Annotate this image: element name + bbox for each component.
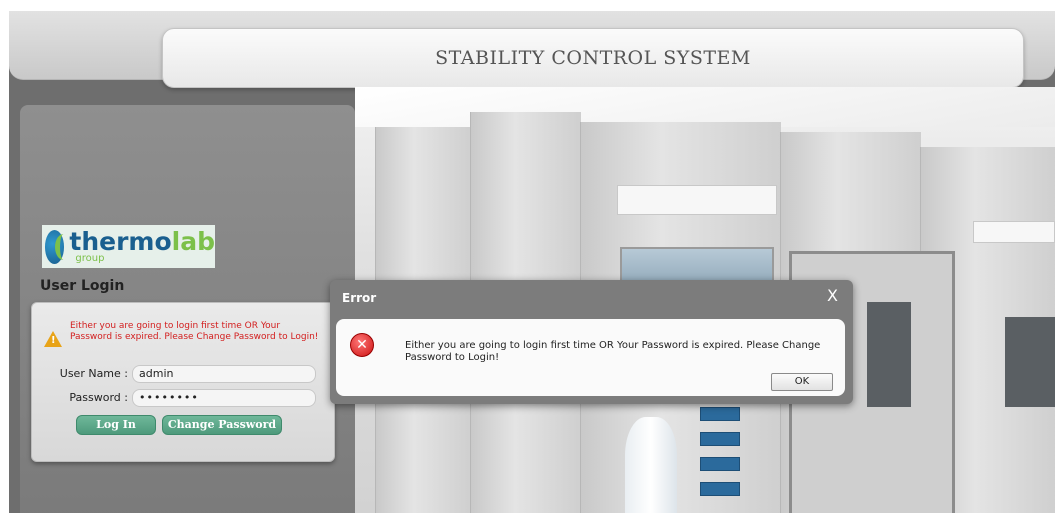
page-title: STABILITY CONTROL SYSTEM: [162, 28, 1024, 88]
username-label: User Name :: [59, 367, 128, 380]
close-icon[interactable]: X: [827, 286, 838, 305]
login-warning-text: Either you are going to login first time…: [70, 321, 319, 342]
ok-button[interactable]: OK: [771, 373, 833, 391]
login-form: ! Either you are going to login first ti…: [31, 302, 335, 462]
change-password-button[interactable]: Change Password: [162, 415, 282, 435]
login-button[interactable]: Log In: [76, 415, 156, 435]
password-input[interactable]: ••••••••: [132, 389, 316, 407]
dialog-title: Error: [342, 291, 377, 305]
dialog-message: Either you are going to login first time…: [405, 340, 821, 363]
company-logo: thermolab group: [42, 225, 215, 268]
error-icon: ✕: [350, 333, 374, 357]
logo-icon: [45, 229, 65, 264]
error-dialog: Error X ✕ Either you are going to login …: [330, 280, 853, 404]
login-heading: User Login: [40, 278, 125, 294]
password-label: Password :: [69, 391, 128, 404]
dialog-body: ✕ Either you are going to login first ti…: [336, 319, 845, 396]
warning-icon: !: [44, 331, 62, 347]
username-input[interactable]: admin: [132, 365, 316, 383]
